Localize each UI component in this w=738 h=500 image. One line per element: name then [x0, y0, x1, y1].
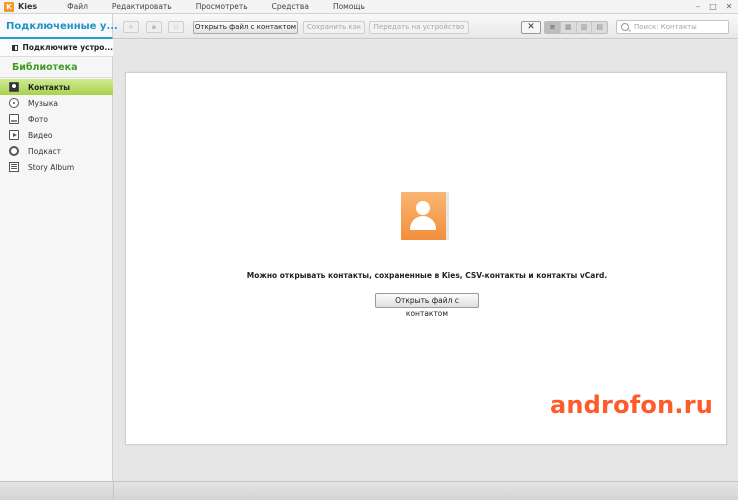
maximize-icon[interactable]: □	[707, 1, 719, 12]
card-view-icon[interactable]: ▥	[577, 22, 593, 33]
sidebar-item-podcast[interactable]: Подкаст	[0, 143, 113, 159]
search-input[interactable]	[634, 23, 724, 31]
toolbar: Подключенные у... + ▪ ▫ Открыть файл с к…	[0, 14, 738, 39]
music-icon	[9, 98, 19, 108]
story-album-icon	[9, 162, 19, 172]
contacts-icon	[9, 82, 19, 92]
save-as-button[interactable]: Сохранить как	[303, 21, 365, 34]
menu-file[interactable]: Файл	[67, 2, 88, 11]
sidebar-item-label: Контакты	[28, 82, 71, 92]
kies-logo-icon: K	[4, 1, 14, 12]
sidebar-item-label: Фото	[28, 114, 49, 124]
sidebar-item-label: Музыка	[28, 98, 58, 108]
delete-icon[interactable]: ▪	[146, 21, 162, 33]
window-controls: – □ ✕	[689, 1, 736, 12]
empty-state-message: Можно открывать контакты, сохраненные в …	[246, 271, 608, 280]
app-name: Kies	[18, 2, 38, 11]
sidebar-item-label: Подкаст	[28, 146, 62, 156]
podcast-icon	[9, 146, 19, 156]
connected-devices-header[interactable]: Подключенные у...	[0, 14, 118, 39]
connect-device-label: Подключите устро...	[22, 43, 113, 52]
sidebar-item-music[interactable]: Музыка	[0, 95, 113, 111]
sidebar-item-label: Story Album	[28, 162, 75, 172]
sidebar-item-contacts[interactable]: Контакты	[0, 79, 113, 95]
add-icon[interactable]: +	[123, 21, 139, 33]
clear-selection-button[interactable]: ✕	[521, 21, 541, 34]
watermark: androfon.ru	[550, 391, 714, 419]
connected-devices-label: Подключенные у...	[6, 21, 118, 32]
minimize-icon[interactable]: –	[692, 1, 704, 12]
sidebar-item-story-album[interactable]: Story Album	[0, 159, 113, 175]
status-divider	[113, 482, 114, 500]
merge-icon[interactable]: ▫	[168, 21, 184, 33]
video-icon	[9, 130, 19, 140]
sidebar-item-label: Видео	[28, 130, 53, 140]
menu-tools[interactable]: Средства	[272, 2, 309, 11]
contact-placeholder-icon	[401, 192, 449, 240]
open-contact-file-button[interactable]: Открыть файл с контактом	[193, 21, 298, 34]
contacts-panel: Можно открывать контакты, сохраненные в …	[125, 72, 727, 445]
search-icon	[621, 23, 629, 31]
open-contact-file-main-button[interactable]: Открыть файл с контактом	[375, 293, 479, 318]
sidebar-item-photo[interactable]: Фото	[0, 111, 113, 127]
sidebar: Подключите устро... Библиотека Контакты …	[0, 39, 113, 481]
detail-view-icon[interactable]: ▤	[592, 22, 607, 33]
list-view-icon[interactable]: ≡	[545, 22, 561, 33]
close-icon[interactable]: ✕	[722, 1, 736, 12]
library-header: Библиотека	[0, 58, 113, 78]
connect-device-item[interactable]: Подключите устро...	[0, 39, 113, 57]
grid-view-icon[interactable]: ▦	[561, 22, 577, 33]
transfer-to-device-button[interactable]: Передать на устройство	[369, 21, 469, 34]
library-list: Контакты Музыка Фото Видео Подкаст Story…	[0, 79, 113, 175]
title-bar: K Kies Файл Редактировать Просмотреть Ср…	[0, 0, 738, 14]
menu-edit[interactable]: Редактировать	[112, 2, 172, 11]
menu-bar: Файл Редактировать Просмотреть Средства …	[67, 2, 389, 11]
menu-help[interactable]: Помощь	[333, 2, 365, 11]
usb-cable-icon	[12, 44, 19, 51]
search-box	[616, 20, 729, 34]
sidebar-item-video[interactable]: Видео	[0, 127, 113, 143]
status-bar	[0, 481, 738, 500]
menu-view[interactable]: Просмотреть	[196, 2, 248, 11]
view-mode-group: ≡ ▦ ▥ ▤	[544, 21, 608, 34]
photo-icon	[9, 114, 19, 124]
